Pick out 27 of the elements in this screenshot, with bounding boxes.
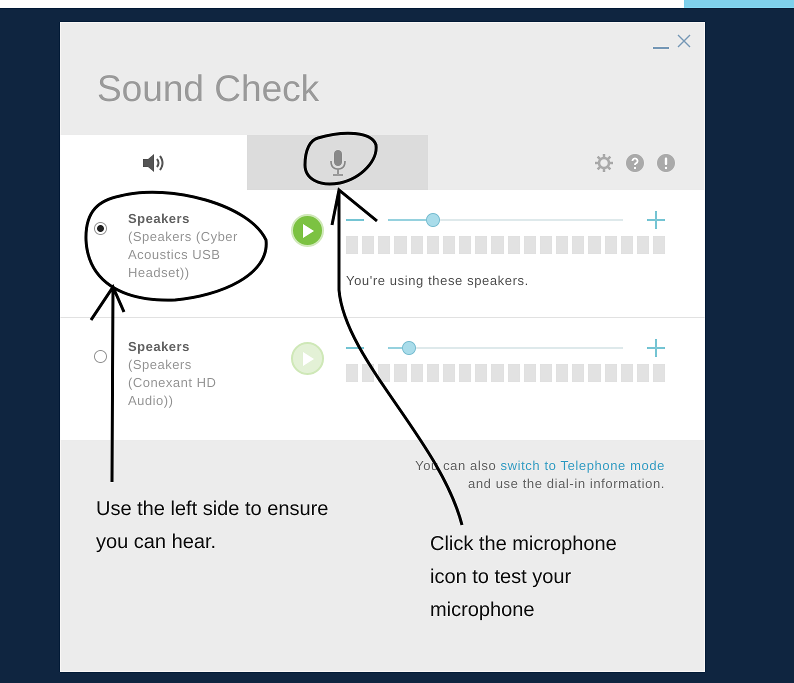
microphone-tab[interactable] xyxy=(247,135,428,190)
slider-thumb[interactable] xyxy=(402,341,416,355)
plus-icon[interactable] xyxy=(647,339,665,357)
radio-button[interactable] xyxy=(94,350,107,363)
plus-icon[interactable] xyxy=(647,211,665,229)
device-name: Speakers xyxy=(128,210,191,228)
window-title: Sound Check xyxy=(97,67,320,111)
status-message: You're using these speakers. xyxy=(346,272,530,290)
device-description: (Speakers (Conexant HD Audio)) xyxy=(128,356,218,410)
telephone-mode-link[interactable]: switch to Telephone mode xyxy=(500,458,665,473)
settings-icon[interactable] xyxy=(595,154,613,172)
radio-button[interactable] xyxy=(94,222,107,235)
device-name: Speakers xyxy=(128,338,191,356)
minus-icon[interactable] xyxy=(346,346,364,350)
slider-thumb[interactable] xyxy=(426,213,440,227)
device-description: (Speakers (Cyber Acoustics USB Headset)) xyxy=(128,228,239,282)
annotation-text: Click the microphone icon to test your microphone xyxy=(430,532,618,623)
play-button[interactable] xyxy=(291,342,324,375)
speaker-icon xyxy=(140,152,166,174)
play-button[interactable] xyxy=(291,214,324,247)
close-icon[interactable] xyxy=(677,34,691,48)
help-icon[interactable] xyxy=(626,154,644,172)
alert-icon[interactable] xyxy=(657,154,675,172)
microphone-icon xyxy=(328,148,346,176)
play-icon xyxy=(302,352,314,366)
play-icon xyxy=(302,224,314,238)
annotation-text: Use the left side to ensure you can hear. xyxy=(96,497,330,555)
